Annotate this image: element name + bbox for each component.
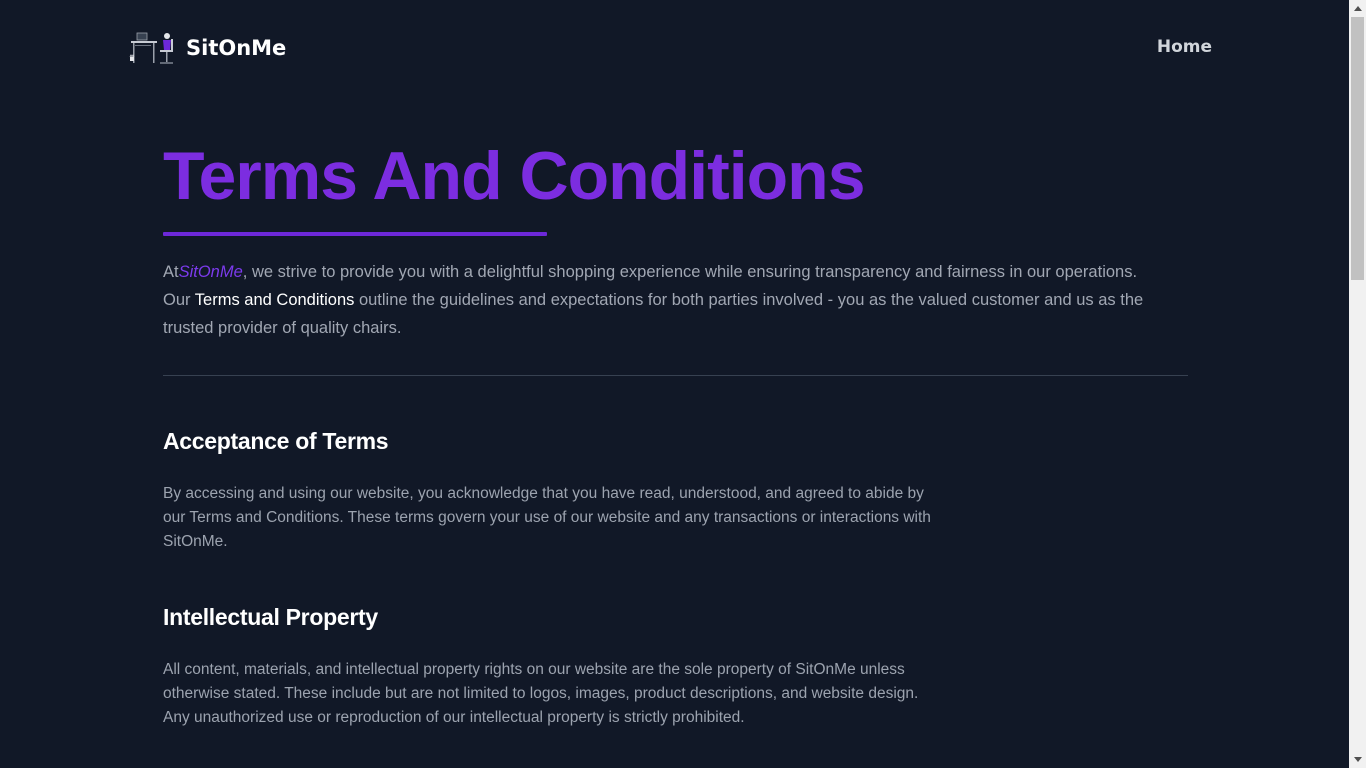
intro-prefix: At [163, 263, 179, 281]
section-body: All content, materials, and intellectual… [163, 661, 919, 726]
vertical-scrollbar[interactable] [1349, 0, 1366, 768]
intro-brand-name: SitOnMe [178, 263, 243, 281]
section-body: By accessing and using our website, you … [163, 485, 931, 550]
intro-terms-highlight: Terms and Conditions [194, 291, 355, 309]
scroll-up-arrow-icon[interactable] [1349, 0, 1366, 17]
chair-desk-logo-icon [129, 32, 173, 64]
scrollbar-thumb[interactable] [1351, 17, 1364, 280]
section-acceptance-of-terms: Acceptance of Terms By accessing and usi… [163, 426, 943, 554]
main-content: Terms And Conditions AtSitOnMe, we striv… [163, 130, 1188, 730]
site-header: SitOnMe Home [0, 0, 1349, 96]
brand-link[interactable]: SitOnMe [129, 31, 286, 65]
section-heading: Intellectual Property [163, 604, 378, 630]
title-underline [163, 232, 547, 236]
section-intellectual-property: Intellectual Property All content, mater… [163, 602, 943, 730]
scroll-down-arrow-icon[interactable] [1349, 751, 1366, 768]
brand-name: SitOnMe [186, 36, 287, 60]
section-divider [163, 375, 1188, 376]
section-heading: Acceptance of Terms [163, 428, 389, 454]
nav-home-link[interactable]: Home [1157, 37, 1212, 57]
page: SitOnMe Home Terms And Conditions AtSitO… [0, 0, 1366, 768]
intro-paragraph: AtSitOnMe, we strive to provide you with… [163, 258, 1163, 342]
page-title: Terms And Conditions [163, 138, 866, 214]
